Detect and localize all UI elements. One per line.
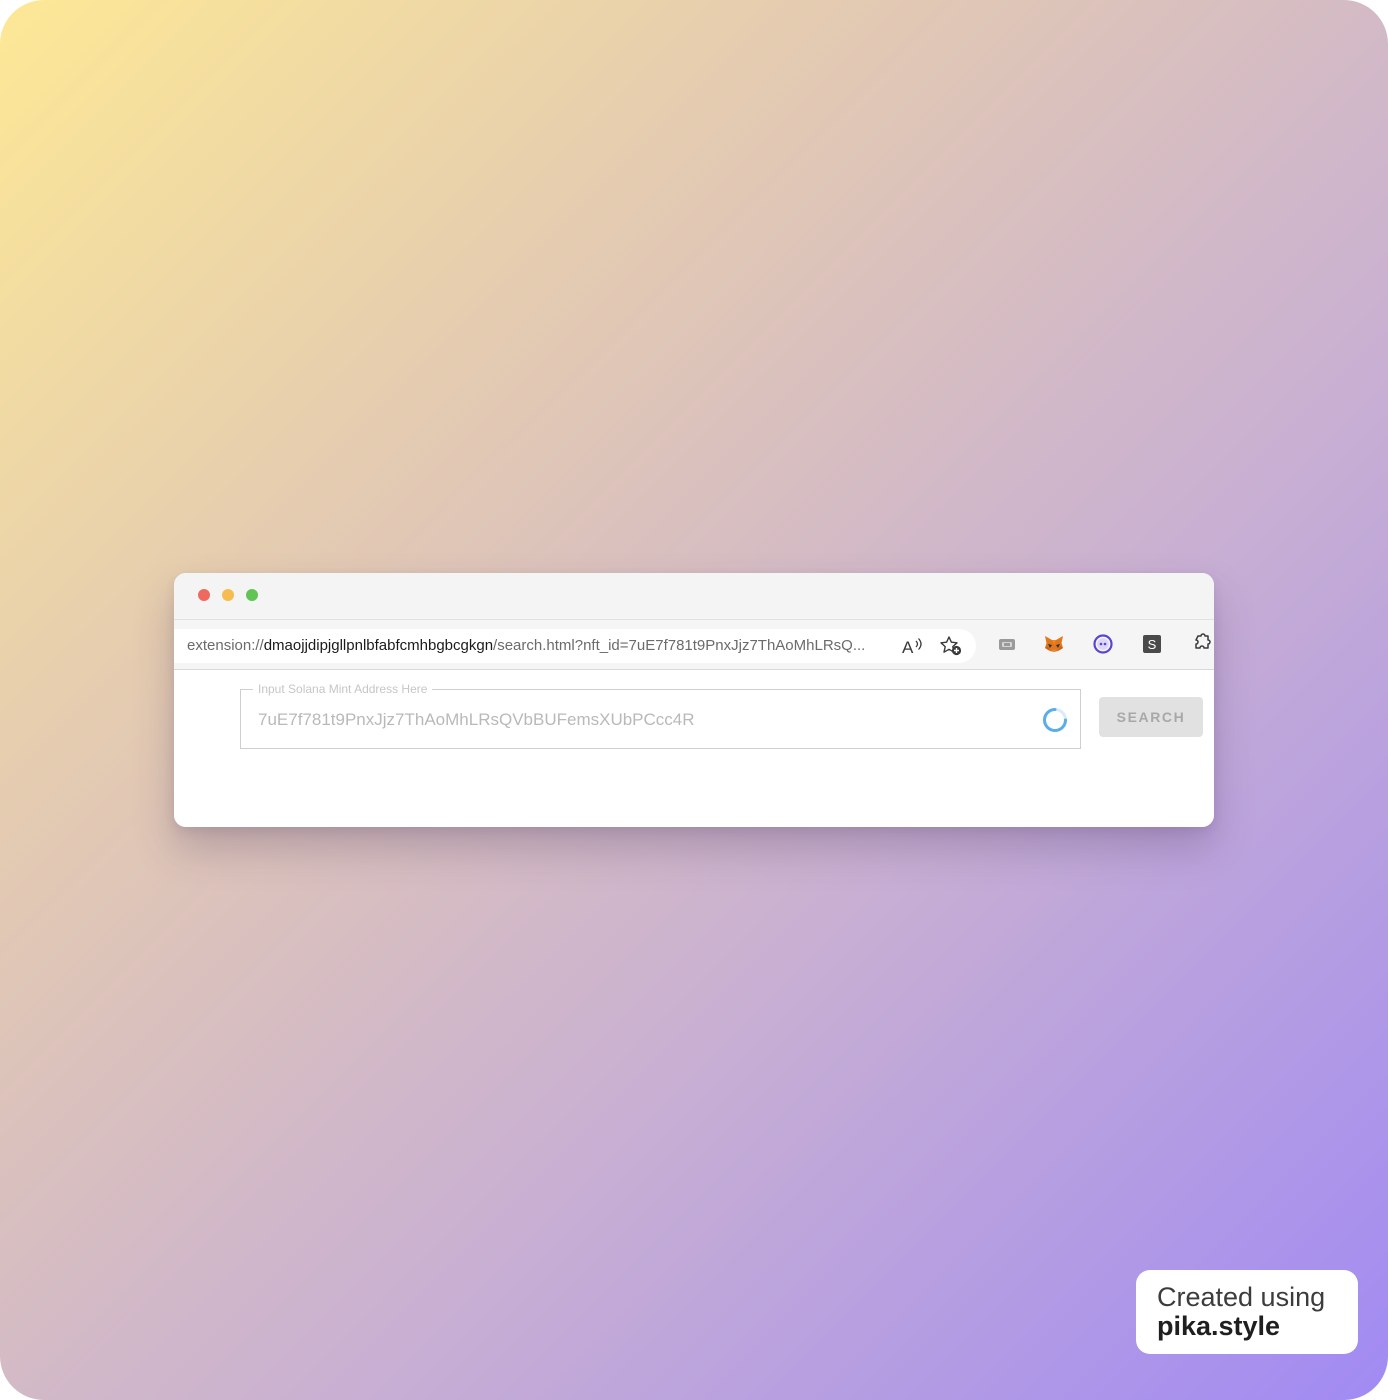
metamask-fox-icon[interactable] [1043, 633, 1065, 655]
address-bar[interactable]: extension://dmaojjdipjgllpnlbfabfcmhbgbc… [174, 629, 976, 663]
circle-extension-icon[interactable] [1092, 633, 1114, 655]
extensions-puzzle-icon[interactable] [1190, 633, 1212, 655]
mint-address-input[interactable] [258, 708, 1028, 732]
page-content: Input Solana Mint Address Here SEARCH [174, 670, 1214, 827]
s-extension-letter: S [1148, 637, 1157, 652]
badge-caption: Created using [1157, 1282, 1326, 1312]
svg-text:A: A [902, 638, 914, 656]
mint-address-label: Input Solana Mint Address Here [253, 682, 433, 696]
minimize-window-button[interactable] [222, 589, 234, 601]
read-aloud-icon[interactable]: A [901, 636, 923, 657]
url-host: dmaojjdipjgllpnlbfabfcmhbgbcgkgn [263, 637, 494, 654]
badge-brand: pika.style [1157, 1311, 1281, 1341]
browser-toolbar: extension://dmaojjdipjgllpnlbfabfcmhbgbc… [174, 619, 1214, 670]
loading-spinner-icon [1042, 707, 1068, 733]
window-titlebar [174, 573, 1214, 619]
url-text[interactable]: extension://dmaojjdipjgllpnlbfabfcmhbgbc… [187, 637, 865, 654]
extension-keyboard-icon[interactable] [996, 633, 1018, 655]
maximize-window-button[interactable] [246, 589, 258, 601]
pika-style-badge[interactable]: Created using pika.style [1136, 1270, 1358, 1354]
url-path: /search.html?nft_id=7uE7f781t9PnxJjz7ThA… [493, 637, 866, 654]
s-extension-icon[interactable]: S [1141, 633, 1163, 655]
close-window-button[interactable] [198, 589, 210, 601]
favorite-add-icon[interactable] [939, 635, 963, 657]
search-button[interactable]: SEARCH [1099, 697, 1203, 737]
browser-window: extension://dmaojjdipjgllpnlbfabfcmhbgbc… [174, 573, 1214, 827]
url-scheme: extension:// [187, 637, 264, 654]
background-canvas: extension://dmaojjdipjgllpnlbfabfcmhbgbc… [0, 0, 1388, 1400]
